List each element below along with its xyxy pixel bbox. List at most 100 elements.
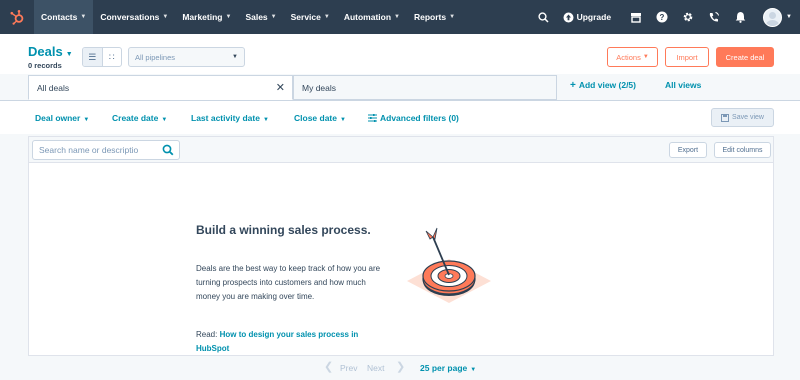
nav-contacts-label: Contacts	[41, 12, 78, 22]
pipeline-select[interactable]: All pipelines ▼	[128, 47, 245, 67]
view-toggle: ☰ ∷	[82, 47, 122, 67]
nav-reports-label: Reports	[413, 12, 447, 22]
edit-columns-button[interactable]: Edit columns	[714, 142, 771, 158]
chevron-down-icon: ▼	[340, 117, 346, 123]
filter-create-date-label: Create date	[112, 113, 159, 123]
filter-close-date[interactable]: Close date ▼	[294, 113, 346, 123]
search-icon[interactable]	[162, 144, 174, 156]
create-deal-button[interactable]: Create deal	[716, 47, 774, 67]
advanced-filters-label: Advanced filters (0)	[380, 113, 459, 123]
pipeline-select-value: All pipelines	[135, 52, 176, 62]
hubspot-logo-icon[interactable]	[0, 0, 34, 34]
marketplace-icon[interactable]	[623, 0, 649, 34]
empty-state-title: Build a winning sales process.	[196, 223, 371, 237]
chevron-down-icon: ▼	[162, 14, 169, 20]
filter-sliders-icon	[368, 114, 377, 122]
nav-automation[interactable]: Automation ▼	[337, 0, 407, 34]
chevron-right-icon[interactable]: ❯	[396, 360, 405, 373]
actions-button[interactable]: Actions ▼	[607, 47, 658, 67]
tab-my-deals-label: My deals	[302, 82, 337, 93]
import-button[interactable]: Import	[665, 47, 709, 67]
avatar[interactable]	[763, 7, 783, 27]
chevron-down-icon: ▼	[262, 117, 269, 123]
gear-icon[interactable]	[675, 0, 701, 34]
save-floppy-icon	[721, 113, 730, 122]
upgrade-label: Upgrade	[576, 12, 612, 22]
close-icon[interactable]: ✕	[276, 81, 285, 94]
upgrade-button[interactable]: Upgrade	[557, 12, 617, 23]
all-views-link[interactable]: All views	[665, 80, 701, 90]
svg-text:?: ?	[660, 13, 665, 22]
search-placeholder: Search name or descriptio	[39, 145, 139, 155]
filter-last-activity-label: Last activity date	[191, 113, 260, 123]
filter-create-date[interactable]: Create date ▼	[112, 113, 167, 123]
record-count: 0 records	[28, 61, 62, 70]
board-view-icon[interactable]: ∷	[103, 48, 122, 66]
target-illustration-icon	[407, 227, 491, 303]
nav-marketing[interactable]: Marketing ▼	[175, 0, 238, 34]
chevron-down-icon: ▼	[161, 117, 168, 123]
chevron-down-icon: ▼	[83, 117, 90, 123]
top-navigation: Contacts ▼ Conversations ▼ Marketing ▼ Sale…	[0, 0, 800, 34]
chevron-down-icon: ▼	[232, 54, 238, 60]
filter-bar: Deal owner ▼ Create date ▼ Last activity d…	[0, 100, 800, 134]
empty-state-read: Read: How to design your sales process i…	[196, 328, 381, 356]
calling-icon[interactable]	[701, 0, 727, 34]
nav-service[interactable]: Service ▼	[284, 0, 337, 34]
add-view-button[interactable]: + Add view (2/5)	[570, 80, 636, 91]
per-page-select[interactable]: 25 per page ▼	[420, 363, 476, 373]
prev-page-button[interactable]: Prev	[340, 363, 357, 373]
nav-reports[interactable]: Reports ▼	[407, 0, 462, 34]
empty-state-description: Deals are the best way to keep track of …	[196, 264, 381, 301]
nav-service-label: Service	[290, 12, 321, 22]
add-view-label: Add view (2/5)	[578, 80, 636, 90]
advanced-filters-button[interactable]: Advanced filters (0)	[368, 113, 459, 123]
list-view-icon[interactable]: ☰	[83, 48, 103, 66]
nav-utilities: Upgrade ? ▼	[531, 0, 800, 34]
page-header: Deals ▼ 0 records ☰ ∷ All pipelines ▼ Act…	[0, 34, 800, 74]
save-view-label: Save view	[732, 114, 764, 121]
nav-automation-label: Automation	[343, 12, 392, 22]
nav-marketing-label: Marketing	[182, 12, 223, 22]
plus-icon: +	[570, 80, 576, 91]
sales-process-guide-link[interactable]: How to design your sales process in HubS…	[196, 330, 358, 353]
nav-contacts[interactable]: Contacts ▼	[34, 0, 94, 34]
tab-all-deals-label: All deals	[37, 82, 70, 93]
chevron-down-icon: ▼	[642, 54, 649, 60]
chevron-down-icon: ▼	[270, 14, 277, 20]
import-label: Import	[676, 52, 698, 62]
view-tabs: All deals ✕ My deals	[28, 75, 557, 100]
search-input[interactable]: Search name or descriptio	[32, 140, 180, 160]
actions-label: Actions	[616, 52, 641, 62]
filter-deal-owner[interactable]: Deal owner ▼	[35, 113, 89, 123]
pagination: ❮ Prev Next ❯ 25 per page ▼	[0, 360, 800, 378]
chevron-down-icon: ▼	[65, 51, 73, 58]
chevron-down-icon: ▼	[225, 14, 232, 20]
filter-last-activity-date[interactable]: Last activity date ▼	[191, 113, 269, 123]
next-page-button[interactable]: Next	[367, 363, 384, 373]
save-view-button[interactable]: Save view	[711, 108, 774, 127]
tab-all-deals[interactable]: All deals ✕	[28, 75, 293, 100]
tab-my-deals[interactable]: My deals	[293, 75, 557, 100]
nav-conversations-label: Conversations	[100, 12, 160, 22]
chevron-down-icon[interactable]: ▼	[786, 14, 792, 20]
export-button[interactable]: Export	[669, 142, 707, 158]
help-icon[interactable]: ?	[649, 0, 675, 34]
chevron-left-icon[interactable]: ❮	[324, 360, 333, 373]
chevron-down-icon: ▼	[394, 14, 400, 20]
chevron-down-icon: ▼	[449, 14, 456, 20]
chevron-down-icon: ▼	[80, 14, 87, 20]
chevron-down-icon: ▼	[323, 14, 330, 20]
page-title-label: Deals	[28, 44, 63, 59]
notifications-bell-icon[interactable]	[727, 0, 753, 34]
chevron-down-icon: ▼	[470, 367, 477, 373]
empty-state-read-prefix: Read:	[196, 330, 218, 339]
filter-close-date-label: Close date	[294, 113, 337, 123]
nav-sales[interactable]: Sales ▼	[238, 0, 283, 34]
upgrade-arrow-icon	[563, 12, 574, 22]
page-title[interactable]: Deals ▼	[28, 44, 73, 59]
create-deal-label: Create deal	[725, 52, 765, 62]
search-icon[interactable]	[531, 0, 557, 34]
table-toolbar: Search name or descriptio Export Edit co…	[29, 137, 773, 163]
nav-conversations[interactable]: Conversations ▼	[93, 0, 175, 34]
